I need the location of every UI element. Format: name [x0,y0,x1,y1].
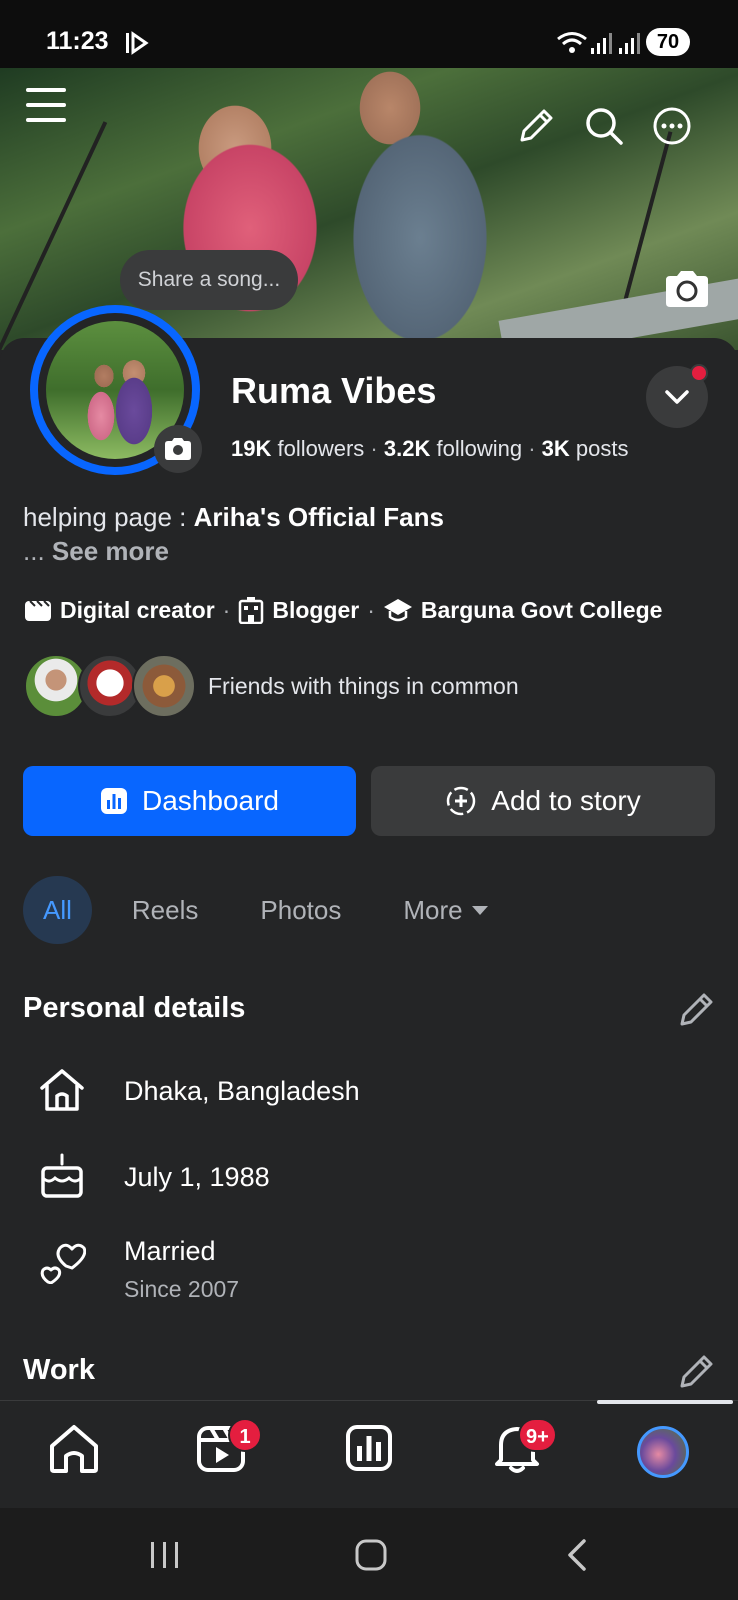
separator: · [222,596,231,623]
active-tab-indicator [597,1400,733,1404]
tab-all[interactable]: All [23,876,92,944]
home-icon [40,1069,84,1111]
profile-sheet [0,338,738,1400]
bio-prefix: helping page : [23,502,194,532]
dashboard-icon [101,788,127,814]
tab-more[interactable]: More [383,876,508,944]
nav-home-icon[interactable] [44,1418,104,1478]
tab-reels[interactable]: Reels [112,876,218,944]
search-icon[interactable] [584,106,624,146]
tag-label: Digital creator [60,596,215,623]
tag-label: Barguna Govt College [420,596,663,623]
recent-apps-icon[interactable] [148,1538,182,1572]
menu-icon[interactable] [26,86,68,124]
friends-text: Friends with things in common [208,672,519,699]
mutual-friends-row[interactable]: Friends with things in common [24,654,519,718]
nav-profile-avatar[interactable] [637,1426,689,1478]
followers-label[interactable]: followers [277,436,364,461]
back-icon[interactable] [562,1538,592,1572]
hearts-icon [40,1243,86,1284]
detail-birthday: July 1, 1988 [124,1162,270,1192]
see-more[interactable]: ... See more [23,536,169,567]
graduation-cap-icon [383,599,412,622]
detail-relationship-since: Since 2007 [124,1276,240,1302]
detail-location: Dhaka, Bangladesh [124,1076,360,1106]
separator: · [367,596,375,623]
notification-dot [690,364,708,382]
edit-details-icon[interactable] [676,990,716,1030]
see-more-link[interactable]: See more [52,536,169,566]
camera-icon [165,438,191,460]
tag-blogger[interactable]: Blogger [238,596,359,624]
avatar-camera-button[interactable] [154,425,202,473]
followers-count[interactable]: 19K [231,436,271,461]
personal-details-title: Personal details [23,992,246,1024]
profile-tabs: All Reels Photos More [23,876,509,944]
chevron-down-icon [665,390,689,404]
nav-dashboard-icon[interactable] [339,1418,399,1478]
profile-name: Ruma Vibes [231,370,437,411]
cover-camera-icon[interactable] [664,270,710,308]
edit-work-icon[interactable] [676,1352,716,1392]
cake-icon [41,1153,83,1198]
see-more-prefix: ... [23,536,52,566]
share-song-bubble[interactable]: Share a song... [120,250,298,310]
add-story-icon [447,786,476,816]
dashboard-button[interactable]: Dashboard [23,766,356,836]
add-to-story-button[interactable]: Add to story [371,766,715,836]
profile-tags: Digital creator · Blogger · Barguna Govt… [24,596,662,624]
status-time: 11:23 [46,27,109,55]
tab-more-label: More [403,895,463,925]
posts-label: posts [575,436,629,461]
home-button-icon[interactable] [354,1538,388,1572]
posts-count: 3K [541,436,570,461]
friend-avatar [132,654,196,718]
add-story-label: Add to story [491,785,641,816]
tag-label: Blogger [272,596,360,623]
signal-icon-2 [619,33,640,54]
notifications-badge: 9+ [518,1418,557,1452]
edit-icon[interactable] [516,106,556,146]
media-play-icon [126,31,149,55]
detail-relationship: Married [124,1236,216,1266]
following-label[interactable]: following [436,436,522,461]
bio-link[interactable]: Ariha's Official Fans [194,502,444,532]
signal-icon [591,33,612,54]
wifi-icon [557,32,587,53]
work-title: Work [23,1354,95,1386]
tab-photos[interactable]: Photos [240,876,361,944]
dashboard-label: Dashboard [142,785,279,816]
building-icon [239,597,264,624]
bio-text: helping page : Ariha's Official Fans [23,502,444,533]
more-options-icon[interactable] [652,106,692,146]
tag-college[interactable]: Barguna Govt College [383,596,663,624]
reels-badge: 1 [228,1418,262,1452]
tag-digital-creator[interactable]: Digital creator [24,597,215,624]
battery-indicator: 70 [646,28,690,56]
clapperboard-icon [25,600,51,621]
caret-down-icon [471,906,488,915]
profile-stats: 19K followers · 3.2K following · 3K post… [231,436,629,461]
following-count[interactable]: 3.2K [384,436,430,461]
